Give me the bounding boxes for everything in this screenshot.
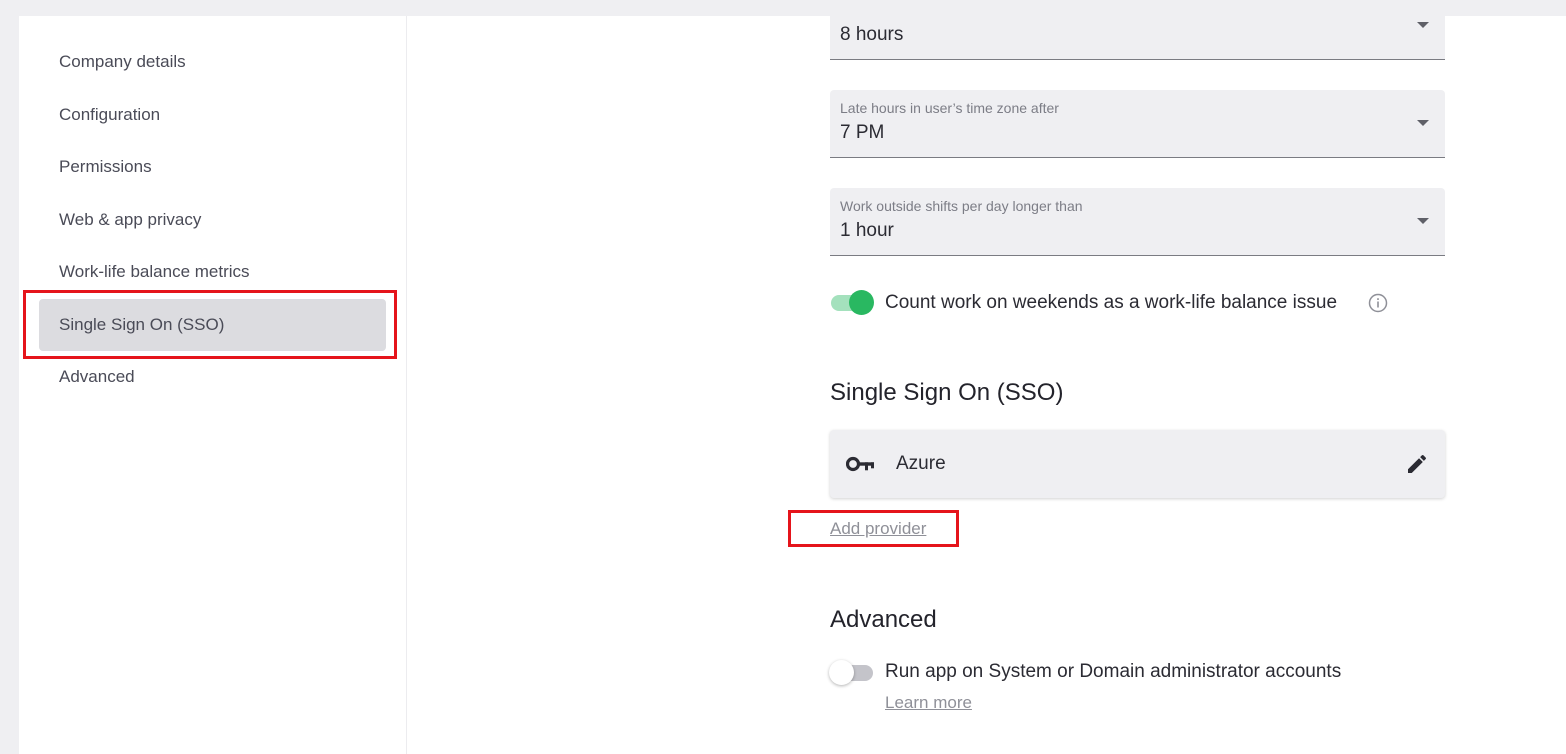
sidebar-item-advanced[interactable]: Advanced (39, 351, 386, 403)
sidebar-item-label: Advanced (59, 367, 135, 386)
sidebar-item-label: Company details (59, 52, 186, 71)
weekend-work-toggle[interactable] (829, 290, 875, 315)
sidebar-item-web-app-privacy[interactable]: Web & app privacy (39, 194, 386, 246)
chevron-down-icon (1417, 22, 1429, 28)
sidebar-item-configuration[interactable]: Configuration (39, 89, 386, 141)
sidebar-item-work-life-balance-metrics[interactable]: Work-life balance metrics (39, 246, 386, 298)
sidebar-item-label: Configuration (59, 105, 161, 124)
settings-sidebar: Company details Configuration Permission… (19, 16, 407, 754)
chevron-down-icon (1417, 120, 1429, 126)
sidebar-item-label: Web & app privacy (59, 210, 202, 229)
admin-accounts-toggle-label: Run app on System or Domain administrato… (885, 661, 1342, 682)
toggle-thumb (849, 290, 874, 315)
sidebar-item-sso[interactable]: Single Sign On (SSO) (39, 299, 386, 351)
sso-provider-name: Azure (896, 453, 946, 474)
info-icon[interactable] (1368, 293, 1388, 313)
select-label: Work outside shifts per day longer than (840, 198, 1083, 214)
select-label: Late hours in user’s time zone after (840, 100, 1059, 116)
sso-provider-card: Azure (830, 430, 1445, 498)
sidebar-item-label: Work-life balance metrics (59, 262, 250, 281)
late-hours-select[interactable]: Late hours in user’s time zone after 7 P… (830, 90, 1445, 158)
settings-card: Company details Configuration Permission… (19, 0, 1566, 754)
sidebar-item-company-details[interactable]: Company details (39, 36, 386, 88)
edit-pencil-icon[interactable] (1405, 452, 1429, 476)
select-value: 1 hour (840, 220, 894, 241)
sidebar-item-label: Permissions (59, 157, 152, 176)
advanced-section-title: Advanced (830, 606, 937, 633)
key-icon (846, 456, 874, 472)
top-duration-select[interactable]: 8 hours (830, 0, 1445, 60)
toggle-thumb (829, 660, 854, 685)
sso-section-title: Single Sign On (SSO) (830, 379, 1064, 406)
admin-accounts-toggle[interactable] (829, 660, 875, 685)
select-value: 8 hours (840, 24, 904, 45)
weekend-work-toggle-label: Count work on weekends as a work-life ba… (885, 292, 1338, 313)
add-provider-link[interactable]: Add provider (830, 519, 926, 539)
sidebar-item-label: Single Sign On (SSO) (59, 315, 225, 334)
chevron-down-icon (1417, 218, 1429, 224)
learn-more-link[interactable]: Learn more (885, 693, 972, 713)
outside-shifts-select[interactable]: Work outside shifts per day longer than … (830, 188, 1445, 256)
sidebar-item-permissions[interactable]: Permissions (39, 141, 386, 193)
select-value: 7 PM (840, 122, 885, 143)
